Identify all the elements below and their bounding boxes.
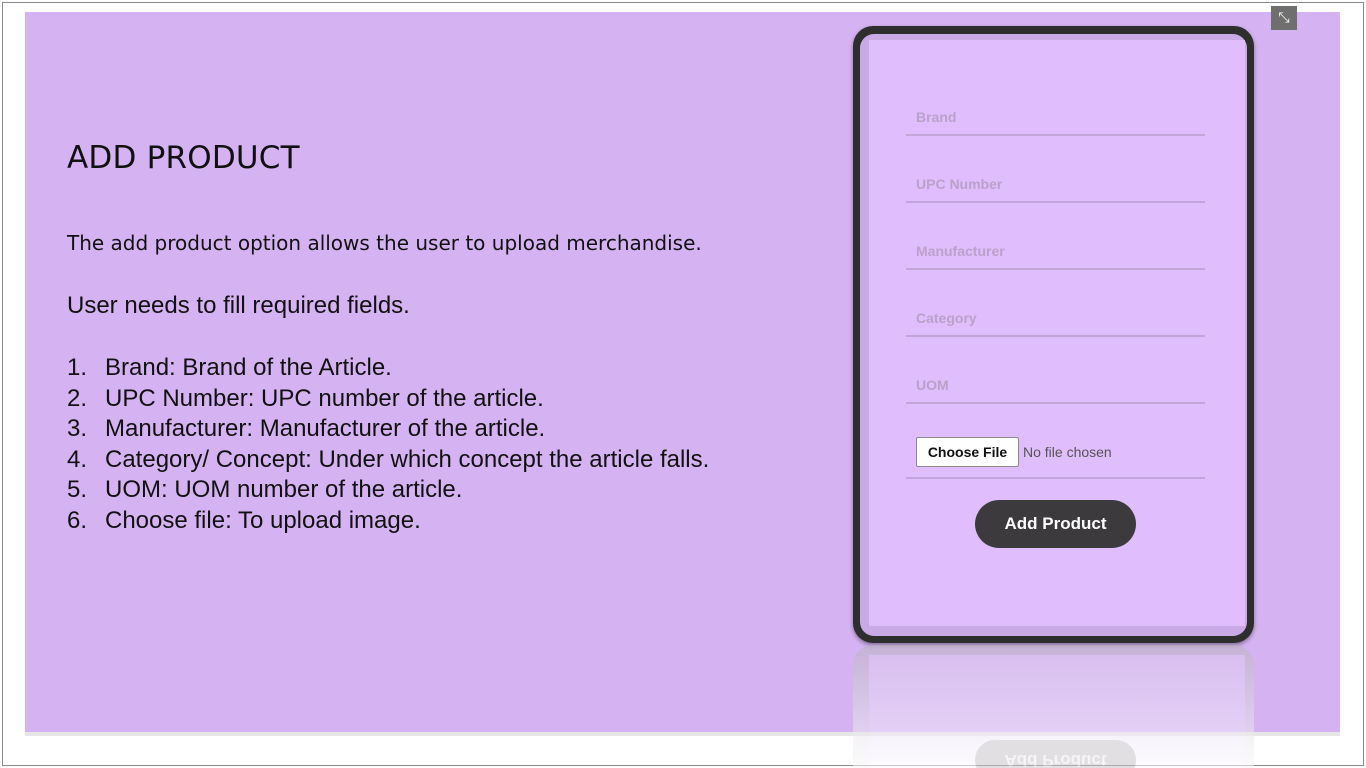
file-upload-field: Choose File No file chosen — [906, 432, 1205, 479]
category-placeholder: Category — [916, 310, 977, 326]
tablet-reflection: Add Product — [853, 645, 1254, 768]
step-number: 2. — [67, 384, 88, 412]
step-text: Manufacturer: Manufacturer of the articl… — [105, 415, 546, 442]
step-text: Brand: Brand of the Article. — [105, 354, 392, 381]
manufacturer-placeholder: Manufacturer — [916, 243, 1005, 259]
step-text: UOM: UOM number of the article. — [105, 476, 463, 503]
uom-placeholder: UOM — [916, 377, 949, 393]
no-file-label: No file chosen — [1023, 444, 1112, 460]
slide-title: ADD PRODUCT — [67, 140, 300, 176]
list-item: 2. UPC Number: UPC number of the article. — [67, 384, 709, 415]
manufacturer-field[interactable]: Manufacturer — [906, 233, 1205, 270]
list-item: 5. UOM: UOM number of the article. — [67, 475, 709, 506]
list-item: 1. Brand: Brand of the Article. — [67, 353, 709, 384]
step-number: 1. — [67, 354, 88, 381]
required-fields-note: User needs to fill required fields. — [67, 292, 410, 319]
category-field[interactable]: Category — [906, 300, 1205, 337]
step-number: 4. — [67, 445, 88, 473]
step-text: UPC Number: UPC number of the article. — [105, 384, 544, 412]
steps-list: 1. Brand: Brand of the Article. 2. UPC Num… — [67, 353, 709, 536]
uom-field[interactable]: UOM — [906, 367, 1205, 404]
list-item: 4. Category/ Concept: Under which concept… — [67, 445, 709, 476]
step-number: 6. — [67, 506, 88, 534]
list-item: 3. Manufacturer: Manufacturer of the arti… — [67, 414, 709, 445]
reflection-button: Add Product — [975, 740, 1136, 768]
step-number: 5. — [67, 476, 88, 503]
step-number: 3. — [67, 415, 88, 442]
brand-placeholder: Brand — [916, 109, 957, 125]
exit-fullscreen-icon[interactable]: ⤡ — [1271, 6, 1297, 30]
slide-description: The add product option allows the user t… — [67, 231, 702, 255]
list-item: 6. Choose file: To upload image. — [67, 506, 709, 537]
step-text: Category/ Concept: Under which concept t… — [105, 445, 710, 473]
upc-number-placeholder: UPC Number — [916, 176, 1003, 192]
brand-field[interactable]: Brand — [906, 99, 1205, 136]
add-product-button[interactable]: Add Product — [975, 500, 1136, 548]
upc-number-field[interactable]: UPC Number — [906, 166, 1205, 203]
choose-file-button[interactable]: Choose File — [916, 437, 1019, 467]
step-text: Choose file: To upload image. — [105, 506, 421, 534]
